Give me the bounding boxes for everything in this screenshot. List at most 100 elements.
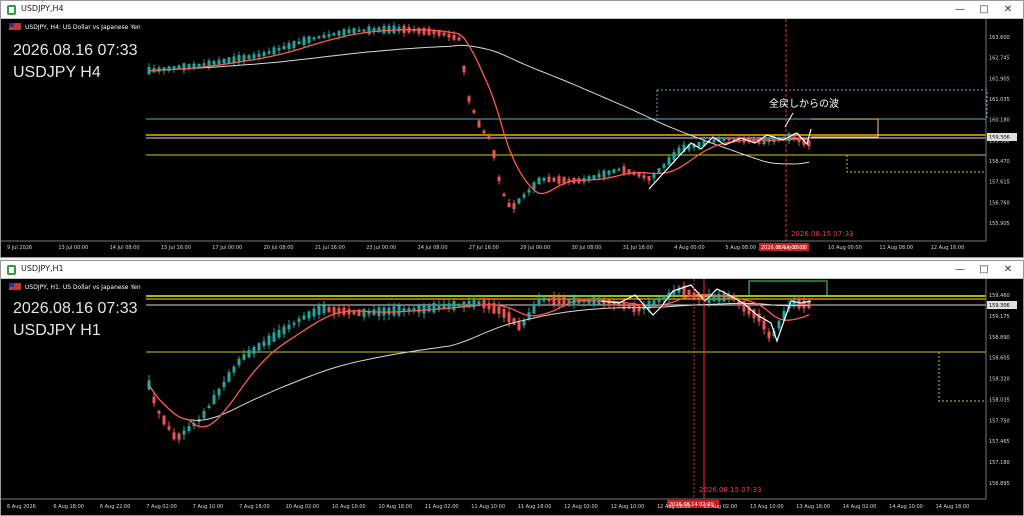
time-label: 23 Jul 00:00 (366, 245, 396, 251)
candle-body (257, 53, 261, 57)
time-label: 4 Aug 00:00 (674, 245, 705, 251)
window-title: USDJPY,H4 (21, 4, 64, 13)
price-label: 160.180 (989, 118, 1010, 124)
candle-body (302, 37, 306, 46)
candle-body (452, 301, 456, 311)
zigzag-line (600, 284, 812, 343)
candle-body (157, 410, 161, 414)
price-label: 158.320 (989, 377, 1010, 383)
candle-body (212, 394, 216, 405)
candle-body (322, 34, 326, 39)
price-chart-h1[interactable]: USDJPY, H1: US Dollar vs Japanese Yen 20… (1, 279, 1024, 516)
candle-body (552, 177, 556, 182)
overlay-datetime: 2026.08.16 07:33 (13, 42, 138, 59)
candle-body (257, 343, 261, 351)
candle-body (447, 33, 451, 38)
candle-body (542, 177, 546, 181)
candle-body (417, 27, 421, 34)
candle-body (227, 372, 231, 382)
candle-body (267, 51, 271, 54)
time-label: 10 Aug 02:00 (286, 504, 320, 510)
window-title: USDJPY,H1 (21, 264, 64, 273)
candle-body (192, 63, 196, 68)
candle-body (662, 295, 666, 300)
candle-body (367, 26, 371, 35)
price-label: 156.895 (989, 481, 1010, 487)
candle-body (597, 173, 601, 178)
candle-body (392, 306, 396, 316)
price-label: 161.905 (989, 76, 1010, 82)
time-label: 7 Aug 18:00 (239, 504, 270, 510)
time-label: 17 Jul 00:00 (212, 245, 242, 251)
chart-canvas[interactable]: USDJPY, H1: US Dollar vs Japanese Yen 20… (1, 279, 1024, 516)
candle-body (542, 297, 546, 302)
candle-body (297, 318, 301, 323)
moving-average-slow (148, 44, 810, 165)
window-titlebar[interactable]: USDJPY,H4 — □ ✕ (1, 1, 1023, 19)
candle-body (757, 313, 761, 322)
candle-body (482, 130, 486, 134)
zone-box-yellow[interactable] (938, 352, 986, 402)
price-label: 157.615 (989, 180, 1010, 186)
candle-body (517, 198, 521, 204)
time-label: 14 Aug 10:00 (889, 504, 923, 510)
time-label: 10 Aug 10:00 (332, 504, 366, 510)
close-button[interactable]: ✕ (997, 262, 1019, 278)
projection-box[interactable] (748, 280, 828, 296)
time-label: 20 Jul 08:00 (264, 245, 294, 251)
price-label: 158.605 (989, 356, 1010, 362)
overlay-symbol: USDJPY H4 (13, 64, 101, 81)
candle-body (172, 432, 176, 440)
candle-body (357, 29, 361, 32)
candle-body (602, 170, 606, 178)
candle-body (272, 47, 276, 55)
candle-body (652, 173, 656, 179)
candle-body (797, 137, 801, 142)
candle-body (327, 34, 331, 37)
candle-body (272, 332, 276, 342)
candle-body (217, 388, 221, 396)
time-label: 6 Aug 18:00 (53, 504, 84, 510)
time-label: 11 Aug 10:00 (471, 504, 505, 510)
price-label: 157.465 (989, 439, 1010, 445)
candle-body (537, 298, 541, 306)
candle-body (762, 320, 766, 330)
price-label: 163.600 (989, 35, 1010, 41)
minimize-button[interactable]: — (949, 2, 971, 18)
time-label: 10 Aug 00:00 (828, 245, 862, 251)
maximize-button[interactable]: □ (973, 262, 995, 278)
time-label: 12 Aug 10:00 (611, 504, 645, 510)
time-axis-labels: 6 Aug 2026 6 Aug 18:00 6 Aug 22:00 7 Aug 02… (7, 504, 969, 510)
candle-body (262, 52, 266, 56)
candle-body (677, 147, 681, 155)
time-label: 15 Jul 16:00 (161, 245, 191, 251)
candle-body (557, 176, 561, 184)
maximize-button[interactable]: □ (973, 2, 995, 18)
price-label: 161.035 (989, 97, 1010, 103)
candle-body (712, 294, 716, 302)
price-label: 158.470 (989, 159, 1010, 165)
candle-body (427, 28, 431, 36)
time-label: 13 Aug 18:00 (796, 504, 830, 510)
candle-body (322, 305, 326, 314)
candle-body (387, 307, 391, 315)
candle-body (657, 297, 661, 303)
candle-body (697, 295, 701, 301)
chart-window-h4[interactable]: USDJPY,H4 — □ ✕ USDJPY, H4: US Dollar vs… (0, 0, 1024, 258)
candle-body (252, 54, 256, 59)
window-titlebar[interactable]: USDJPY,H1 — □ ✕ (1, 261, 1023, 279)
candle-body (527, 189, 531, 193)
candle-body (557, 297, 561, 305)
zone-box-yellow[interactable] (846, 155, 986, 173)
chart-canvas[interactable]: USDJPY, H4: US Dollar vs Japanese Yen 20… (1, 19, 1024, 258)
time-label: 30 Jul 08:00 (571, 245, 601, 251)
close-button[interactable]: ✕ (997, 2, 1019, 18)
cursor-time-text: 2026.08.15 07:33 (791, 230, 853, 238)
candle-body (397, 26, 401, 32)
minimize-button[interactable]: — (949, 262, 971, 278)
candle-body (462, 65, 466, 73)
candle-body (262, 341, 266, 346)
candle-body (767, 331, 771, 339)
chart-window-h1[interactable]: USDJPY,H1 — □ ✕ USDJPY, H1: US Dollar vs… (0, 260, 1024, 516)
price-chart-h4[interactable]: USDJPY, H4: US Dollar vs Japanese Yen 20… (1, 19, 1024, 258)
